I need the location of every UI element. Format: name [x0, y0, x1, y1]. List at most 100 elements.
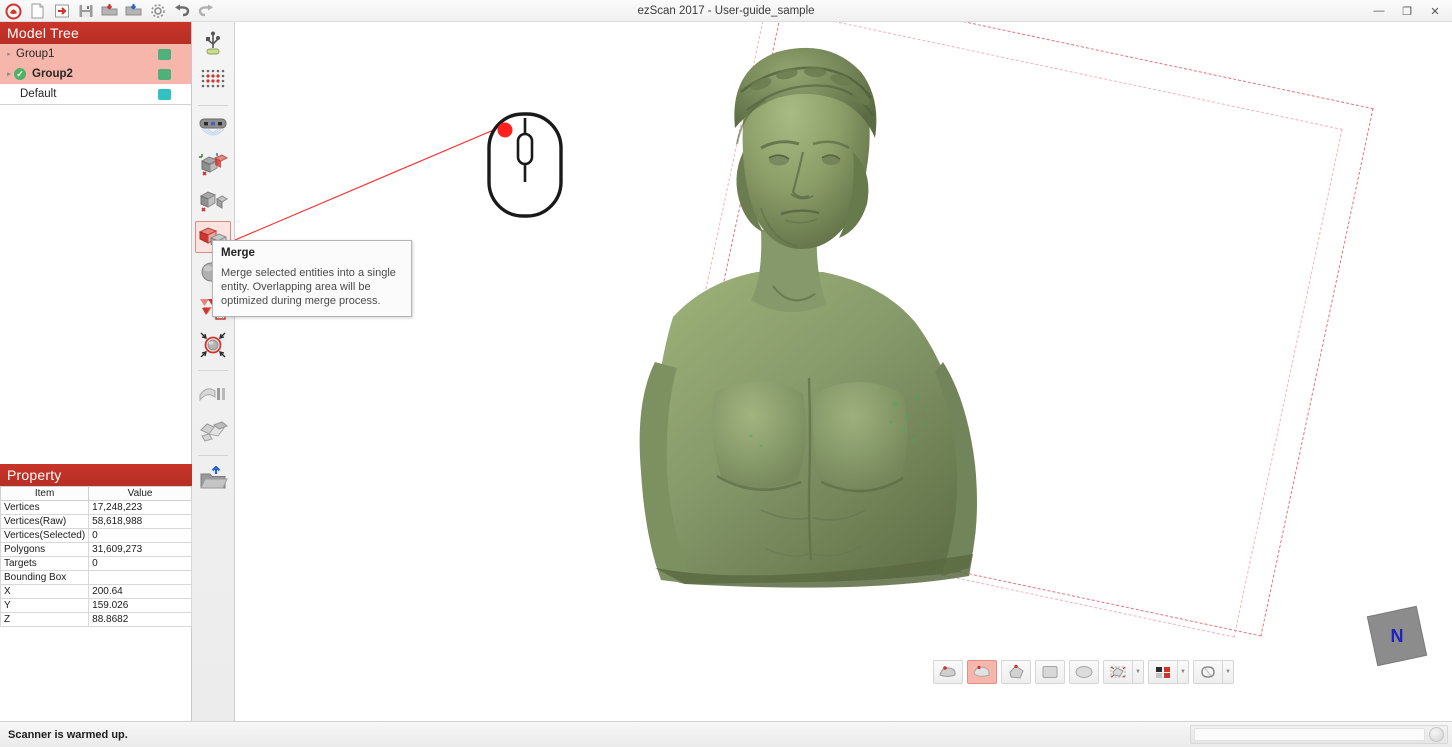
property-key: Vertices(Selected) — [0, 528, 90, 543]
usb-connect-icon[interactable] — [195, 28, 231, 60]
view-shaded-wireframe-icon[interactable] — [933, 660, 963, 684]
maximize-button[interactable]: ❐ — [1394, 2, 1420, 20]
export-folder-icon[interactable] — [195, 463, 231, 495]
close-button[interactable]: ✕ — [1422, 2, 1448, 20]
tooltip-title: Merge — [221, 247, 255, 259]
tree-item-label: Group1 — [16, 48, 55, 60]
model-tree-title: Model Tree — [0, 22, 191, 44]
view-bounding-box-icon[interactable] — [1103, 660, 1133, 684]
expand-arrow-icon[interactable]: ▸ — [4, 50, 14, 58]
property-column-value: Value — [88, 486, 192, 501]
minimize-button[interactable]: — — [1366, 2, 1392, 20]
status-message: Scanner is warmed up. — [8, 728, 128, 741]
title-bar: ezScan 2017 - User-guide_sample — ❐ ✕ — [0, 0, 1452, 22]
color-swatch[interactable] — [158, 68, 171, 80]
status-bar: Scanner is warmed up. — [0, 721, 1452, 747]
scanner-device-icon[interactable] — [195, 113, 231, 145]
property-key: Polygons — [0, 542, 90, 557]
tooltip-body: Merge selected entities into a single en… — [221, 267, 396, 307]
property-table: Item Value Vertices 17,248,223 Vertices(… — [0, 486, 192, 627]
chevron-down-icon[interactable]: ▼ — [1133, 660, 1144, 684]
model-mesh-bust[interactable] — [565, 32, 1035, 642]
table-row: X 200.64 — [0, 584, 192, 599]
table-row: Bounding Box — [0, 570, 192, 585]
side-toolbar — [192, 22, 235, 721]
view-flat-icon[interactable] — [1035, 660, 1065, 684]
property-value: 58,618,988 — [88, 514, 192, 529]
property-value: 88.8682 — [88, 612, 192, 627]
expand-arrow-icon[interactable]: ▸ — [4, 70, 14, 78]
table-row: Y 159.026 — [0, 598, 192, 613]
view-transparent-icon[interactable] — [1193, 660, 1223, 684]
property-value: 17,248,223 — [88, 500, 192, 515]
color-swatch[interactable] — [158, 48, 171, 60]
decimate-icon[interactable] — [195, 414, 231, 446]
open-red-icon[interactable] — [99, 2, 120, 21]
toolbar-divider — [198, 105, 228, 106]
undo-icon[interactable] — [171, 2, 192, 21]
table-row: Vertices(Raw) 58,618,988 — [0, 514, 192, 529]
tree-item-group2[interactable]: ▸ ✓ Group2 — [0, 64, 191, 84]
redo-icon[interactable] — [195, 2, 216, 21]
mouse-hint-illustration — [487, 112, 563, 218]
calibration-dots-icon[interactable] — [195, 64, 231, 96]
property-key: X — [0, 584, 90, 599]
tree-item-default[interactable]: Default — [0, 84, 191, 104]
property-key: Vertices — [0, 500, 90, 515]
property-value: 0 — [88, 556, 192, 571]
property-value: 200.64 — [88, 584, 192, 599]
view-mode-toolbar: ▼ ▼ ▼ — [933, 659, 1234, 685]
application-window: ezScan 2017 - User-guide_sample — ❐ ✕ Mo… — [0, 0, 1452, 747]
chevron-down-icon[interactable]: ▼ — [1178, 660, 1189, 684]
property-header-row: Item Value — [0, 486, 192, 501]
slider-track[interactable] — [1194, 728, 1425, 741]
callout-line — [235, 125, 504, 241]
table-row: Targets 0 — [0, 556, 192, 571]
viewport-3d[interactable]: N ▼ ▼ ▼ — [235, 22, 1452, 721]
color-swatch[interactable] — [158, 88, 171, 100]
left-panel: Model Tree ▸ Group1 ▸ ✓ Group2 Default P… — [0, 22, 192, 721]
window-title: ezScan 2017 - User-guide_sample — [637, 5, 815, 17]
property-key: Bounding Box — [0, 570, 90, 585]
chevron-down-icon[interactable]: ▼ — [1223, 660, 1234, 684]
merge-tooltip: Merge Merge selected entities into a sin… — [212, 240, 412, 317]
import-icon[interactable] — [51, 2, 72, 21]
window-controls: — ❐ ✕ — [1366, 0, 1448, 22]
check-circle-icon[interactable]: ✓ — [14, 68, 26, 80]
optimize-icon[interactable] — [195, 329, 231, 361]
settings-gear-icon[interactable] — [147, 2, 168, 21]
property-value: 0 — [88, 528, 192, 543]
tree-item-group1[interactable]: ▸ Group1 — [0, 44, 191, 64]
tree-item-label: Default — [20, 88, 57, 100]
model-tree-list: ▸ Group1 ▸ ✓ Group2 Default — [0, 44, 191, 105]
app-logo-icon[interactable] — [3, 2, 24, 21]
property-value: 159.026 — [88, 598, 192, 613]
view-shaded-icon[interactable] — [967, 660, 997, 684]
new-file-icon[interactable] — [27, 2, 48, 21]
toolbar-divider — [198, 370, 228, 371]
property-value: 31,609,273 — [88, 542, 192, 557]
property-key: Targets — [0, 556, 90, 571]
view-smooth-icon[interactable] — [1069, 660, 1099, 684]
navigation-cube[interactable]: N — [1360, 599, 1434, 673]
table-row: Vertices 17,248,223 — [0, 500, 192, 515]
progress-slider[interactable] — [1190, 725, 1448, 744]
table-row: Polygons 31,609,273 — [0, 542, 192, 557]
table-row: Vertices(Selected) 0 — [0, 528, 192, 543]
smooth-icon[interactable] — [195, 378, 231, 410]
open-blue-icon[interactable] — [123, 2, 144, 21]
align-manual-icon[interactable] — [195, 185, 231, 217]
align-axes-icon[interactable] — [195, 149, 231, 181]
save-icon[interactable] — [75, 2, 96, 21]
table-row: Z 88.8682 — [0, 612, 192, 627]
view-color-map-group: ▼ — [1148, 660, 1189, 684]
nav-cube-label: N — [1391, 626, 1404, 646]
view-points-icon[interactable] — [1001, 660, 1031, 684]
view-color-map-icon[interactable] — [1148, 660, 1178, 684]
property-key: Z — [0, 612, 90, 627]
slider-knob[interactable] — [1429, 727, 1444, 742]
view-bounding-box-group: ▼ — [1103, 660, 1144, 684]
property-column-item: Item — [0, 486, 90, 501]
toolbar-divider — [198, 455, 228, 456]
property-key: Y — [0, 598, 90, 613]
